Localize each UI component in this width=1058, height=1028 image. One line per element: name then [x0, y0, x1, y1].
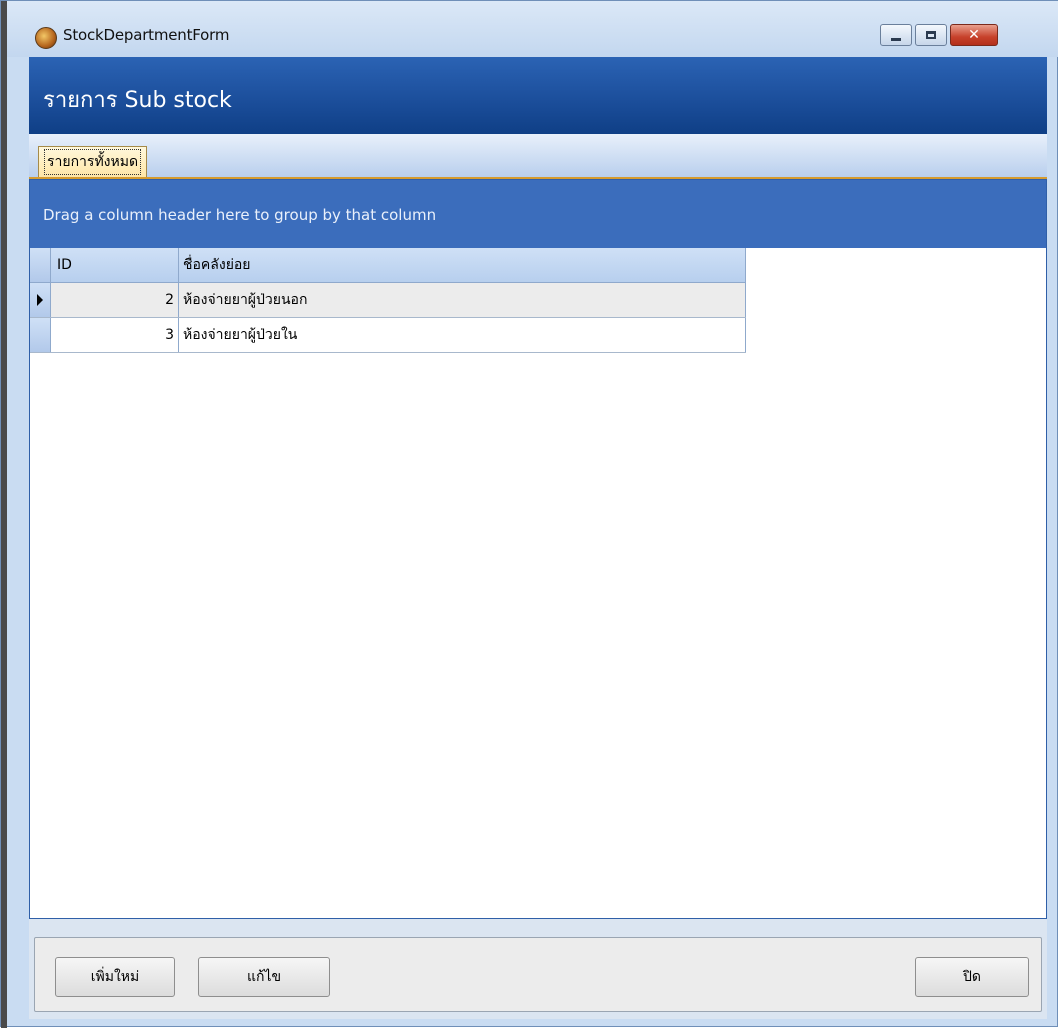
group-by-panel[interactable]: Drag a column header here to group by th…: [30, 180, 1046, 248]
cell-id[interactable]: 2: [51, 283, 179, 317]
row-indicator-cell[interactable]: [30, 318, 51, 352]
group-by-hint: Drag a column header here to group by th…: [43, 206, 437, 224]
window-edge: [1, 1, 7, 1028]
row-pointer-icon: [37, 294, 43, 306]
maximize-icon: [926, 31, 936, 39]
header-indicator-cell: [30, 248, 51, 282]
tab-strip: รายการทั้งหมด: [29, 134, 1047, 179]
page-title: รายการ Sub stock: [43, 88, 232, 113]
button-frame: เพิ่มใหม่ แก้ไข ปิด: [34, 937, 1042, 1012]
button-bar: เพิ่มใหม่ แก้ไข ปิด: [29, 919, 1047, 1019]
form-header: รายการ Sub stock: [29, 57, 1047, 134]
table-row[interactable]: 2 ห้องจ่ายยาผู้ป่วยนอก: [30, 283, 746, 318]
sub-stock-grid[interactable]: Drag a column header here to group by th…: [29, 179, 1047, 919]
cell-name[interactable]: ห้องจ่ายยาผู้ป่วยนอก: [179, 283, 746, 317]
minimize-button[interactable]: [880, 24, 912, 46]
column-header-id[interactable]: ID: [51, 248, 179, 282]
close-button[interactable]: ปิด: [915, 957, 1029, 997]
stock-department-window: StockDepartmentForm ✕ รายการ Sub stock ร…: [0, 0, 1058, 1028]
title-bar[interactable]: StockDepartmentForm ✕: [7, 1, 1058, 57]
edit-button[interactable]: แก้ไข: [198, 957, 330, 997]
tab-all-items[interactable]: รายการทั้งหมด: [38, 146, 148, 177]
tab-label: รายการทั้งหมด: [44, 149, 142, 175]
cell-id[interactable]: 3: [51, 318, 179, 352]
column-header-name[interactable]: ชื่อคลังย่อย: [179, 248, 746, 282]
table-row[interactable]: 3 ห้องจ่ายยาผู้ป่วยใน: [30, 318, 746, 353]
close-window-button[interactable]: ✕: [950, 24, 998, 46]
minimize-icon: [891, 37, 901, 41]
maximize-button[interactable]: [915, 24, 947, 46]
grid-table: ID ชื่อคลังย่อย 2 ห้องจ่ายยาผู้ป่วยนอก 3…: [30, 248, 746, 353]
add-new-button[interactable]: เพิ่มใหม่: [55, 957, 175, 997]
row-indicator-cell[interactable]: [30, 283, 51, 317]
window-title: StockDepartmentForm: [63, 26, 230, 44]
cell-name[interactable]: ห้องจ่ายยาผู้ป่วยใน: [179, 318, 746, 352]
grid-header-row: ID ชื่อคลังย่อย: [30, 248, 746, 283]
app-icon: [35, 27, 57, 49]
close-icon: ✕: [968, 27, 980, 43]
